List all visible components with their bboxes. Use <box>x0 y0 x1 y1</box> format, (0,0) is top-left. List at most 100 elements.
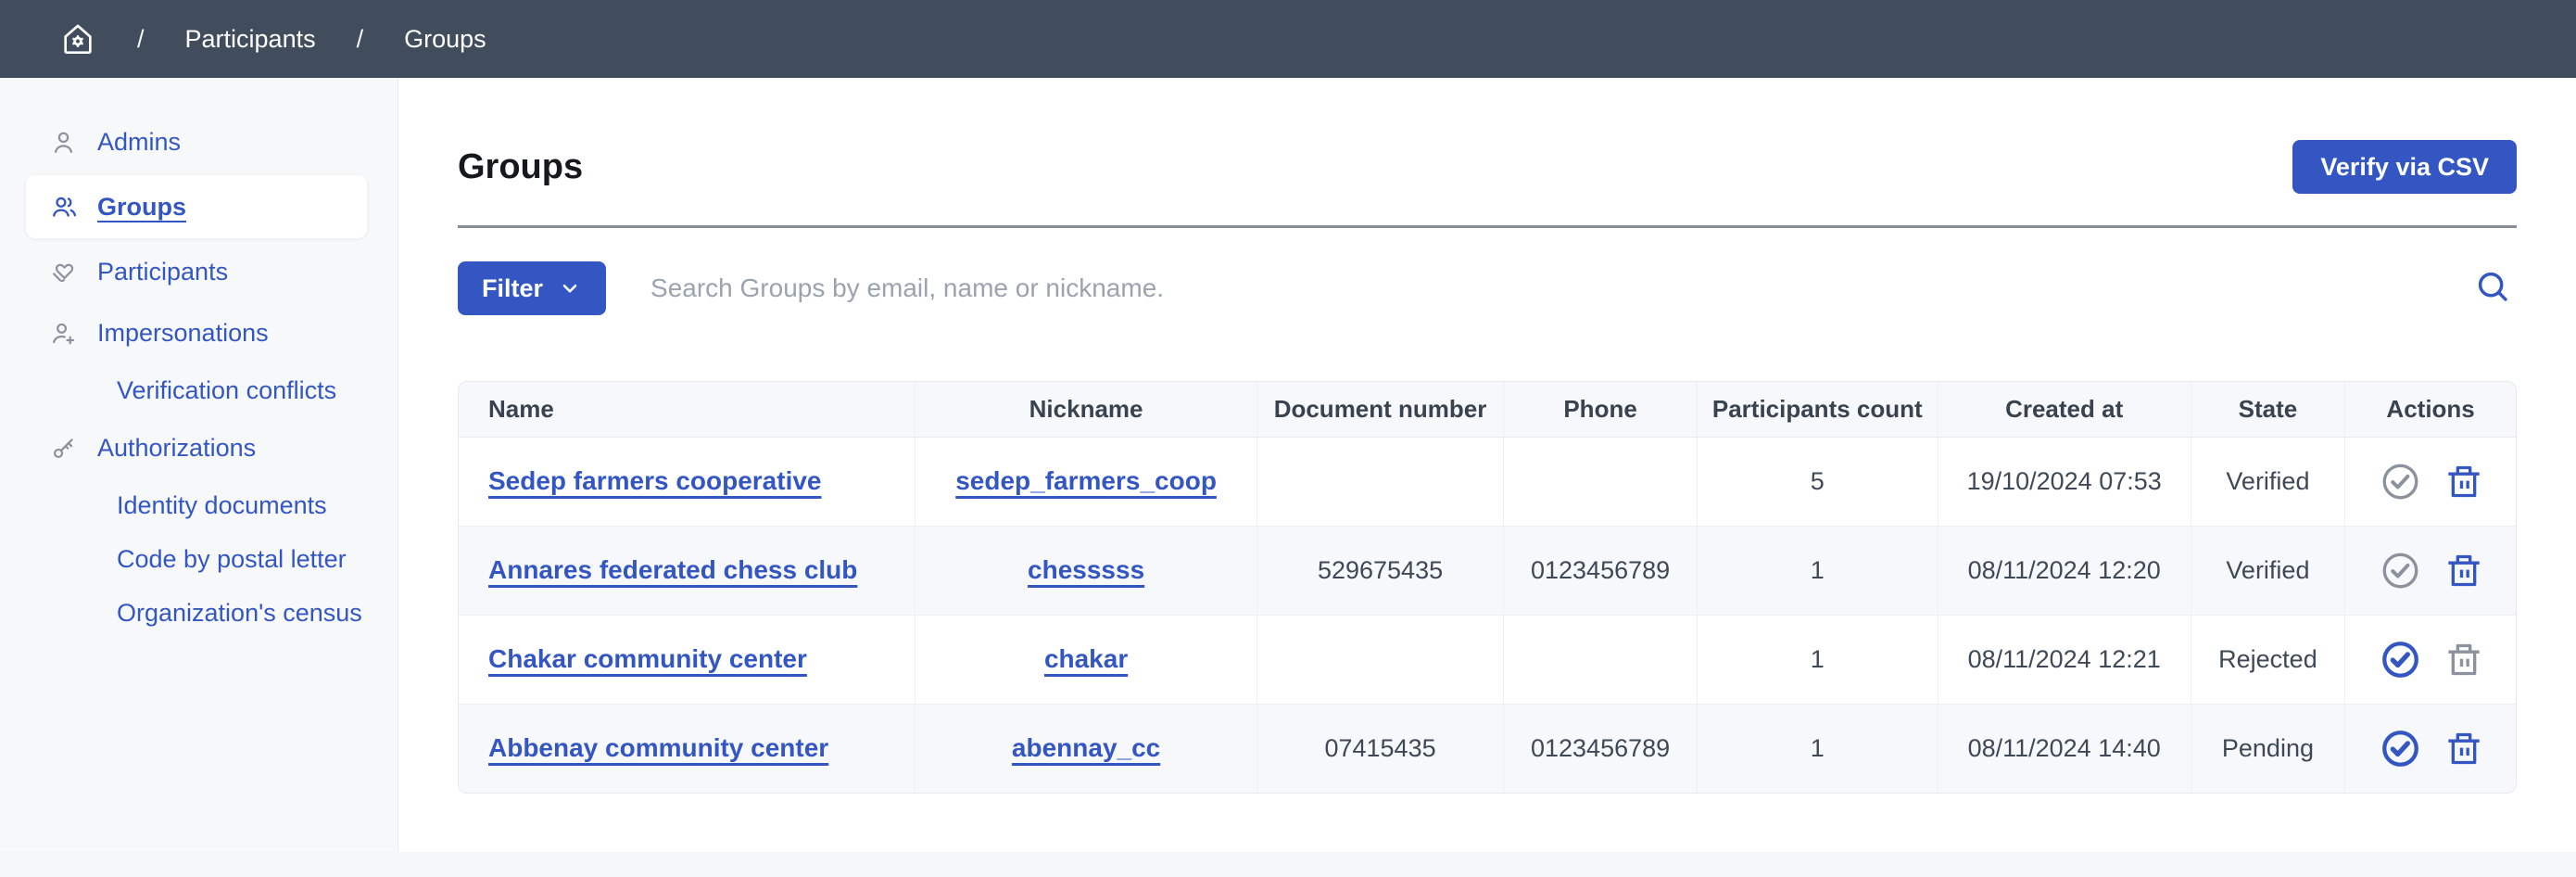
delete-button[interactable] <box>2445 640 2482 680</box>
breadcrumb: / Participants / Groups <box>59 20 486 57</box>
nickname-cell: chesssss <box>915 526 1257 615</box>
column-header-phone: Phone <box>1504 382 1698 437</box>
title-divider <box>458 225 2517 228</box>
actions-cell <box>2345 437 2516 526</box>
created-at-cell: 08/11/2024 12:21 <box>1938 615 2191 704</box>
sidebar-item-identity-documents[interactable]: Identity documents <box>0 478 398 532</box>
state-cell: Rejected <box>2191 615 2345 704</box>
table-row: Abbenay community center abennay_cc 074154… <box>459 704 2516 793</box>
circle-check-icon <box>2380 461 2421 502</box>
actions-cell <box>2345 615 2516 704</box>
chevron-down-icon <box>558 276 582 300</box>
sidebar-item-label: Identity documents <box>117 491 327 520</box>
home-gear-icon[interactable] <box>59 20 96 57</box>
hand-heart-icon <box>49 258 78 286</box>
group-nickname-link[interactable]: chesssss <box>1028 555 1144 584</box>
phone-cell <box>1504 437 1698 526</box>
sidebar-item-code-by-postal-letter[interactable]: Code by postal letter <box>0 532 398 586</box>
verify-via-csv-button[interactable]: Verify via CSV <box>2292 140 2517 194</box>
sidebar-item-organization-s-census[interactable]: Organization's census <box>0 586 398 640</box>
name-cell: Chakar community center <box>459 615 915 704</box>
sidebar-item-label: Organization's census <box>117 599 362 628</box>
groups-table: NameNicknameDocument numberPhoneParticip… <box>459 382 2516 793</box>
created-at-cell: 19/10/2024 07:53 <box>1938 437 2191 526</box>
table-row: Sedep farmers cooperative sedep_farmers_c… <box>459 437 2516 526</box>
column-header-name: Name <box>459 382 915 437</box>
search-button[interactable] <box>2472 266 2517 311</box>
participants-count-cell: 1 <box>1697 704 1938 793</box>
sidebar-item-admins[interactable]: Admins <box>0 111 398 172</box>
name-cell: Sedep farmers cooperative <box>459 437 915 526</box>
delete-button[interactable] <box>2445 729 2482 769</box>
column-header-participants-count: Participants count <box>1697 382 1938 437</box>
group-nickname-link[interactable]: chakar <box>1044 644 1128 673</box>
participants-count-cell: 1 <box>1697 526 1938 615</box>
sidebar-item-impersonations[interactable]: Impersonations <box>0 302 398 363</box>
group-name-link[interactable]: Chakar community center <box>488 644 807 673</box>
group-icon <box>49 193 78 222</box>
breadcrumb-item-groups[interactable]: Groups <box>404 25 486 54</box>
group-nickname-link[interactable]: sedep_farmers_coop <box>955 466 1217 495</box>
trash-icon <box>2445 551 2482 591</box>
verify-button[interactable] <box>2380 728 2421 769</box>
sidebar-nav: Admins Groups Participants Impersonations Ve… <box>0 111 398 640</box>
name-cell: Abbenay community center <box>459 704 915 793</box>
user-add-icon <box>49 319 78 348</box>
circle-check-icon <box>2380 728 2421 769</box>
circle-check-icon <box>2380 639 2421 680</box>
main-content: Groups Verify via CSV Filter <box>398 78 2576 852</box>
phone-cell: 0123456789 <box>1504 704 1698 793</box>
column-header-nickname: Nickname <box>915 382 1257 437</box>
column-header-created-at: Created at <box>1938 382 2191 437</box>
key-icon <box>49 434 78 463</box>
filter-button[interactable]: Filter <box>458 261 606 315</box>
delete-button[interactable] <box>2445 462 2482 502</box>
document-number-cell: 07415435 <box>1256 704 1503 793</box>
nickname-cell: chakar <box>915 615 1257 704</box>
created-at-cell: 08/11/2024 14:40 <box>1938 704 2191 793</box>
sidebar-item-label: Participants <box>97 258 228 286</box>
table-body: Sedep farmers cooperative sedep_farmers_c… <box>459 437 2516 793</box>
phone-cell: 0123456789 <box>1504 526 1698 615</box>
breadcrumb-item-participants[interactable]: Participants <box>185 25 316 54</box>
sidebar-item-label: Admins <box>97 128 181 157</box>
search-input[interactable] <box>649 273 2430 304</box>
breadcrumb-separator: / <box>137 25 145 54</box>
sidebar-item-authorizations[interactable]: Authorizations <box>0 417 398 478</box>
actions-cell <box>2345 526 2516 615</box>
column-header-actions: Actions <box>2345 382 2516 437</box>
verify-button[interactable] <box>2380 461 2421 502</box>
column-header-document-number: Document number <box>1256 382 1503 437</box>
state-cell: Verified <box>2191 526 2345 615</box>
user-icon <box>49 128 78 157</box>
participants-count-cell: 5 <box>1697 437 1938 526</box>
breadcrumb-separator: / <box>357 25 364 54</box>
sidebar-item-label: Impersonations <box>97 319 269 348</box>
sidebar-item-participants[interactable]: Participants <box>0 241 398 302</box>
circle-check-icon <box>2380 550 2421 591</box>
group-nickname-link[interactable]: abennay_cc <box>1012 733 1160 762</box>
phone-cell <box>1504 615 1698 704</box>
sidebar-item-label: Code by postal letter <box>117 545 347 574</box>
group-name-link[interactable]: Abbenay community center <box>488 733 828 762</box>
page-title: Groups <box>458 147 583 187</box>
delete-button[interactable] <box>2445 551 2482 591</box>
group-name-link[interactable]: Sedep farmers cooperative <box>488 466 822 495</box>
nickname-cell: abennay_cc <box>915 704 1257 793</box>
group-name-link[interactable]: Annares federated chess club <box>488 555 857 584</box>
trash-icon <box>2445 729 2482 769</box>
trash-icon <box>2445 640 2482 680</box>
sidebar-item-label: Verification conflicts <box>117 376 336 405</box>
top-breadcrumb-bar: / Participants / Groups <box>0 0 2576 78</box>
verify-button[interactable] <box>2380 639 2421 680</box>
sidebar-item-verification-conflicts[interactable]: Verification conflicts <box>0 363 398 417</box>
document-number-cell <box>1256 615 1503 704</box>
sidebar-item-label: Authorizations <box>97 434 256 463</box>
sidebar-item-label: Groups <box>97 193 186 222</box>
sidebar-item-groups[interactable]: Groups <box>26 175 367 238</box>
sidebar: Admins Groups Participants Impersonations Ve… <box>0 78 398 852</box>
verify-button[interactable] <box>2380 550 2421 591</box>
created-at-cell: 08/11/2024 12:20 <box>1938 526 2191 615</box>
nickname-cell: sedep_farmers_coop <box>915 437 1257 526</box>
search-toolbar: Filter <box>458 261 2517 315</box>
